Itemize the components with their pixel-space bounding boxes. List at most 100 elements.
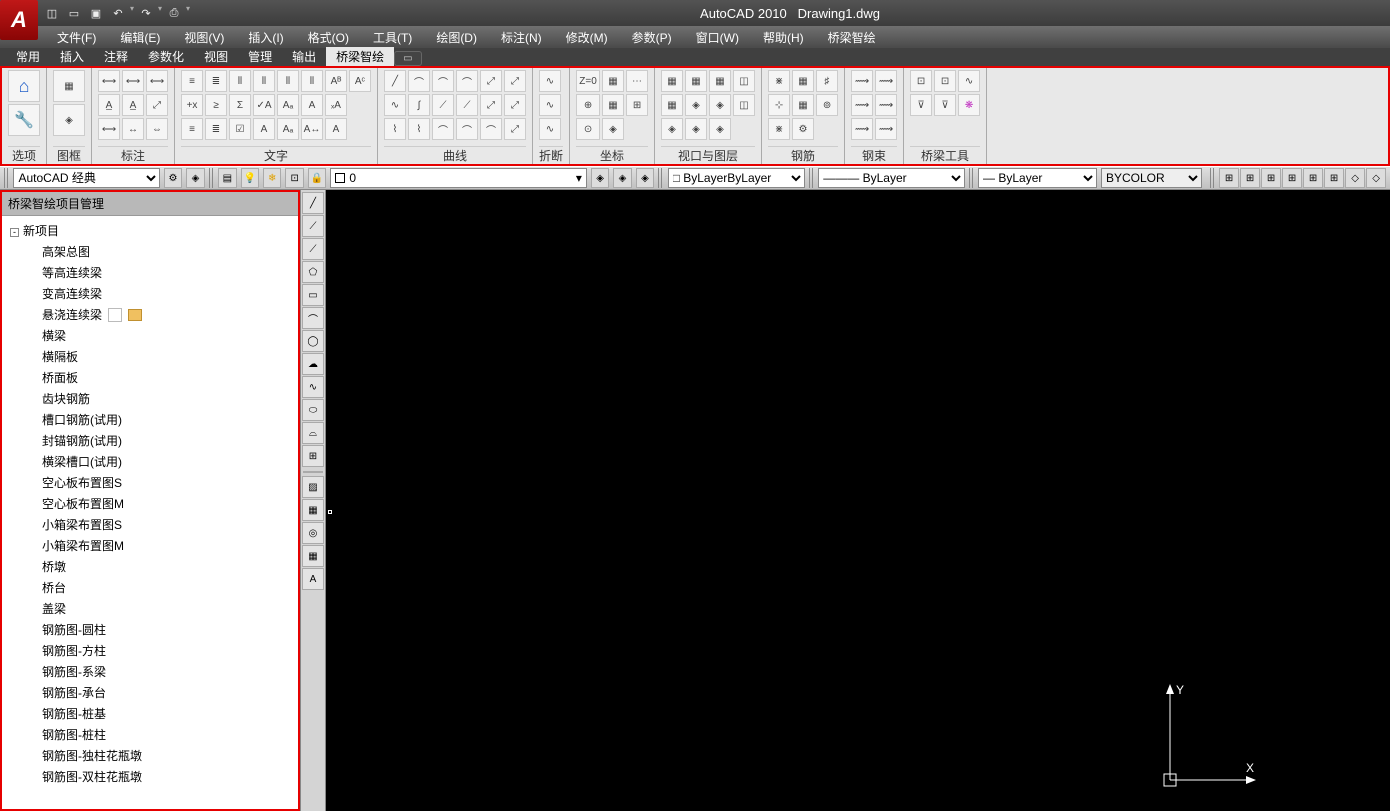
view-bottom-icon[interactable]: ⊞	[1240, 168, 1260, 188]
grip-icon[interactable]	[809, 168, 814, 188]
text-btn[interactable]: ≣	[205, 118, 227, 140]
menu-dim[interactable]: 标注(N)	[489, 27, 554, 48]
gradient-icon[interactable]: ▦	[302, 499, 324, 521]
arc-icon[interactable]: ⌒	[302, 307, 324, 329]
vp-btn[interactable]: ◫	[733, 70, 755, 92]
curve-btn[interactable]: ⟋	[432, 94, 454, 116]
vp-btn[interactable]: ◈	[685, 94, 707, 116]
curve-btn[interactable]: ∿	[384, 94, 406, 116]
curve-btn[interactable]: ⌒	[456, 70, 478, 92]
break-btn[interactable]: ∿	[539, 118, 561, 140]
tree-item[interactable]: 盖梁	[6, 598, 294, 619]
region-icon[interactable]: ◎	[302, 522, 324, 544]
menu-insert[interactable]: 插入(I)	[236, 27, 295, 48]
dim-btn[interactable]: A̲	[122, 94, 144, 116]
layer-select[interactable]: 0 ▾	[330, 168, 587, 188]
view-top-icon[interactable]: ⊞	[1219, 168, 1239, 188]
dim-btn[interactable]: ↔	[122, 118, 144, 140]
menu-help[interactable]: 帮助(H)	[751, 27, 816, 48]
text-btn[interactable]: Aᶜ	[349, 70, 371, 92]
revcloud-icon[interactable]: ☁	[302, 353, 324, 375]
coord-btn[interactable]: ⊕	[576, 94, 600, 116]
vp-btn[interactable]: ▦	[661, 94, 683, 116]
view-iso-icon[interactable]: ◇	[1345, 168, 1365, 188]
coord-btn[interactable]: ⊙	[576, 118, 600, 140]
tree-item[interactable]: 横隔板	[6, 346, 294, 367]
tree-item[interactable]: 空心板布置图S	[6, 472, 294, 493]
plotstyle-select[interactable]: BYCOLOR	[1101, 168, 1202, 188]
text-btn[interactable]: ≡	[181, 70, 203, 92]
text-btn[interactable]: ⫴	[301, 70, 323, 92]
tendon-btn[interactable]: ⟿	[851, 94, 873, 116]
bridge-btn[interactable]: ⊽	[910, 94, 932, 116]
bridge-btn[interactable]: ⊡	[910, 70, 932, 92]
tab-manage[interactable]: 管理	[238, 47, 282, 66]
linetype-select[interactable]: ——— ByLayer	[818, 168, 964, 188]
vp-btn[interactable]: ◈	[685, 118, 707, 140]
qat-redo-icon[interactable]: ↷	[136, 4, 156, 22]
qat-new-icon[interactable]: ◫	[42, 4, 62, 22]
tab-output[interactable]: 输出	[282, 47, 326, 66]
tree-item[interactable]: 变高连续梁	[6, 283, 294, 304]
menu-edit[interactable]: 编辑(E)	[108, 27, 172, 48]
curve-btn[interactable]: ∫	[408, 94, 430, 116]
view-left-icon[interactable]: ⊞	[1261, 168, 1281, 188]
curve-btn[interactable]: ⤢	[480, 70, 502, 92]
project-tree[interactable]: -新项目 高架总图等高连续梁变高连续梁悬浇连续梁横梁横隔板桥面板齿块钢筋槽口钢筋…	[2, 216, 298, 809]
vp-btn[interactable]: ▦	[661, 70, 683, 92]
text-btn[interactable]: Aₐ	[277, 118, 299, 140]
tab-insert[interactable]: 插入	[50, 47, 94, 66]
color-select[interactable]: □ ByLayerByLayer	[668, 168, 805, 188]
tree-item[interactable]: 空心板布置图M	[6, 493, 294, 514]
vp-btn[interactable]: ▦	[709, 70, 731, 92]
polyline-icon[interactable]: ⟋	[302, 238, 324, 260]
coord-btn[interactable]: ▦	[602, 94, 624, 116]
tab-param[interactable]: 参数化	[138, 47, 194, 66]
tree-item[interactable]: 高架总图	[6, 241, 294, 262]
tendon-btn[interactable]: ⟿	[875, 118, 897, 140]
curve-btn[interactable]: ⌇	[408, 118, 430, 140]
tree-item[interactable]: 齿块钢筋	[6, 388, 294, 409]
tendon-btn[interactable]: ⟿	[875, 94, 897, 116]
tree-item[interactable]: 钢筋图-系梁	[6, 661, 294, 682]
menu-bridge[interactable]: 桥梁智绘	[816, 27, 888, 48]
menu-window[interactable]: 窗口(W)	[684, 27, 751, 48]
text-btn[interactable]: A	[253, 118, 275, 140]
text-btn[interactable]: A↔	[301, 118, 323, 140]
table-icon[interactable]: ▦	[302, 545, 324, 567]
ellipsearc-icon[interactable]: ⌓	[302, 422, 324, 444]
tree-item[interactable]: 桥台	[6, 577, 294, 598]
tree-item[interactable]: 钢筋图-圆柱	[6, 619, 294, 640]
tree-item[interactable]: 钢筋图-独柱花瓶墩	[6, 745, 294, 766]
tree-item[interactable]: 钢筋图-桩柱	[6, 724, 294, 745]
menu-view[interactable]: 视图(V)	[172, 27, 236, 48]
text-btn[interactable]: ⫴	[229, 70, 251, 92]
text-btn[interactable]: A	[325, 118, 347, 140]
tree-item[interactable]: 钢筋图-方柱	[6, 640, 294, 661]
polygon-icon[interactable]: ⬠	[302, 261, 324, 283]
dim-btn[interactable]: ⟷	[146, 70, 168, 92]
rebar-btn[interactable]: ▦	[792, 94, 814, 116]
rebar-btn[interactable]: ⚙	[792, 118, 814, 140]
rebar-btn[interactable]: ⊚	[816, 94, 838, 116]
tree-item[interactable]: 钢筋图-桩基	[6, 703, 294, 724]
vp-btn[interactable]: ◈	[709, 94, 731, 116]
home-icon[interactable]: ⌂	[8, 70, 40, 102]
dim-btn[interactable]: ⟷	[122, 70, 144, 92]
vp-btn[interactable]: ◫	[733, 94, 755, 116]
dim-btn[interactable]: ⟷	[98, 118, 120, 140]
tree-item[interactable]: 悬浇连续梁	[6, 304, 294, 325]
qat-open-icon[interactable]: ▭	[64, 4, 84, 22]
curve-btn[interactable]: ⤢	[480, 94, 502, 116]
view-right-icon[interactable]: ⊞	[1282, 168, 1302, 188]
menu-format[interactable]: 格式(O)	[296, 27, 361, 48]
layer-prev-icon[interactable]: ◈	[636, 168, 654, 188]
curve-btn[interactable]: ⤢	[504, 70, 526, 92]
tab-control-icon[interactable]: ▭	[394, 51, 421, 66]
break-btn[interactable]: ∿	[539, 94, 561, 116]
drawing-canvas[interactable]: Y X	[326, 190, 1390, 811]
dim-btn[interactable]: ⤢	[146, 94, 168, 116]
text-btn[interactable]: ⫴	[253, 70, 275, 92]
text-btn[interactable]: ⫴	[277, 70, 299, 92]
tree-item[interactable]: 桥墩	[6, 556, 294, 577]
